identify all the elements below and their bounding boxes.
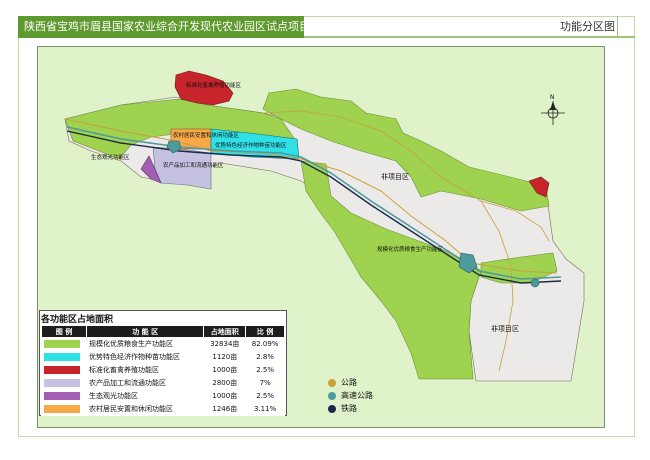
legend-ratio: 2.8%: [245, 350, 285, 364]
legend-header-swatch: 图 例: [41, 325, 87, 338]
project-title: 陕西省宝鸡市眉县国家农业综合开发现代农业园区试点项目: [18, 16, 304, 38]
compass-icon: N: [541, 94, 565, 125]
line-legend: 公路 高速公路 铁路: [328, 376, 373, 415]
legend-header-row: 图 例 功 能 区 占地面积 比 例: [41, 325, 285, 338]
title-divider: [304, 36, 635, 38]
legend-swatch: [44, 392, 80, 400]
line-legend-row: 公路: [328, 376, 373, 389]
legend-ratio: 2.5%: [245, 389, 285, 403]
line-legend-dot-icon: [328, 378, 336, 387]
title-bar: 陕西省宝鸡市眉县国家农业综合开发现代农业园区试点项目 功能分区图: [18, 16, 635, 38]
label-processing: 农产品加工和流通功能区: [163, 161, 224, 169]
legend-ratio: 2.5%: [245, 363, 285, 377]
label-eco: 生态观光功能区: [91, 153, 130, 161]
legend-swatch: [44, 340, 80, 348]
legend-swatch-cell: [41, 337, 87, 351]
label-non-project-north: 非项目区: [381, 172, 409, 181]
compass-label: N: [550, 94, 555, 101]
legend-swatch-cell: [41, 402, 87, 416]
legend-zone-name: 优势特色经济作物种苗功能区: [85, 350, 205, 364]
line-legend-dot-icon: [328, 391, 336, 400]
label-breeding: 标准化畜禽养殖功能区: [186, 81, 242, 89]
legend-area: 1000亩: [203, 389, 247, 403]
legend-swatch: [44, 366, 80, 374]
legend-area: 1246亩: [203, 402, 247, 416]
legend-zone-name: 标准化畜禽养殖功能区: [85, 363, 205, 377]
line-legend-label: 公路: [341, 378, 357, 387]
legend-title: 各功能区占地面积: [41, 315, 114, 325]
legend-ratio: 7%: [245, 376, 285, 390]
legend-area: 1000亩: [203, 363, 247, 377]
map-type-label: 功能分区图: [560, 20, 615, 33]
legend-header-ratio: 比 例: [245, 325, 285, 338]
legend-zone-name: 农产品加工和流通功能区: [85, 376, 205, 390]
legend-swatch: [44, 353, 80, 361]
line-legend-row: 铁路: [328, 402, 373, 415]
label-grain: 规模化优质粮食生产功能区: [377, 245, 444, 253]
legend-header-area: 占地面积: [203, 325, 247, 338]
line-legend-dot-icon: [328, 404, 336, 413]
legend-swatch: [44, 379, 80, 387]
label-non-project-south: 非项目区: [491, 324, 519, 333]
line-legend-label: 铁路: [341, 404, 357, 413]
legend-ratio: 82.09%: [245, 337, 285, 351]
legend-rows: 规模化优质粮食生产功能区 32834亩 82.09% 优势特色经济作物种苗功能区 112…: [41, 337, 285, 416]
legend-row: 规模化优质粮食生产功能区 32834亩 82.09%: [41, 337, 285, 351]
legend-swatch-cell: [41, 389, 87, 403]
legend-zone-name: 农村居民安置和休闲功能区: [85, 402, 205, 416]
legend-area: 2800亩: [203, 376, 247, 390]
legend-row: 优势特色经济作物种苗功能区 1120亩 2.8%: [41, 350, 285, 364]
legend-row: 农村居民安置和休闲功能区 1246亩 3.11%: [41, 402, 285, 416]
line-legend-row: 高速公路: [328, 389, 373, 402]
legend-swatch: [44, 405, 80, 413]
legend-zone-name: 规模化优质粮食生产功能区: [85, 337, 205, 351]
interchange-node-east: [530, 278, 540, 288]
legend-ratio: 3.11%: [245, 402, 285, 416]
legend-row: 标准化畜禽养殖功能区 1000亩 2.5%: [41, 363, 285, 377]
legend-table: 图 例 功 能 区 占地面积 比 例 规模化优质粮食生产功能区 32834亩 82.…: [41, 325, 285, 416]
legend-swatch-cell: [41, 350, 87, 364]
label-resettlement: 农村居民安置和休闲功能区: [173, 131, 240, 139]
legend-swatch-cell: [41, 376, 87, 390]
corner-box: [617, 16, 635, 36]
legend-header-zone: 功 能 区: [85, 325, 205, 338]
legend-area: 32834亩: [203, 337, 247, 351]
legend-row: 生态观光功能区 1000亩 2.5%: [41, 389, 285, 403]
label-seedling: 优势特色经济作物种苗功能区: [215, 141, 287, 149]
legend-row: 农产品加工和流通功能区 2800亩 7%: [41, 376, 285, 390]
line-legend-label: 高速公路: [341, 391, 373, 400]
legend-area: 1120亩: [203, 350, 247, 364]
legend-swatch-cell: [41, 363, 87, 377]
legend-zone-name: 生态观光功能区: [85, 389, 205, 403]
